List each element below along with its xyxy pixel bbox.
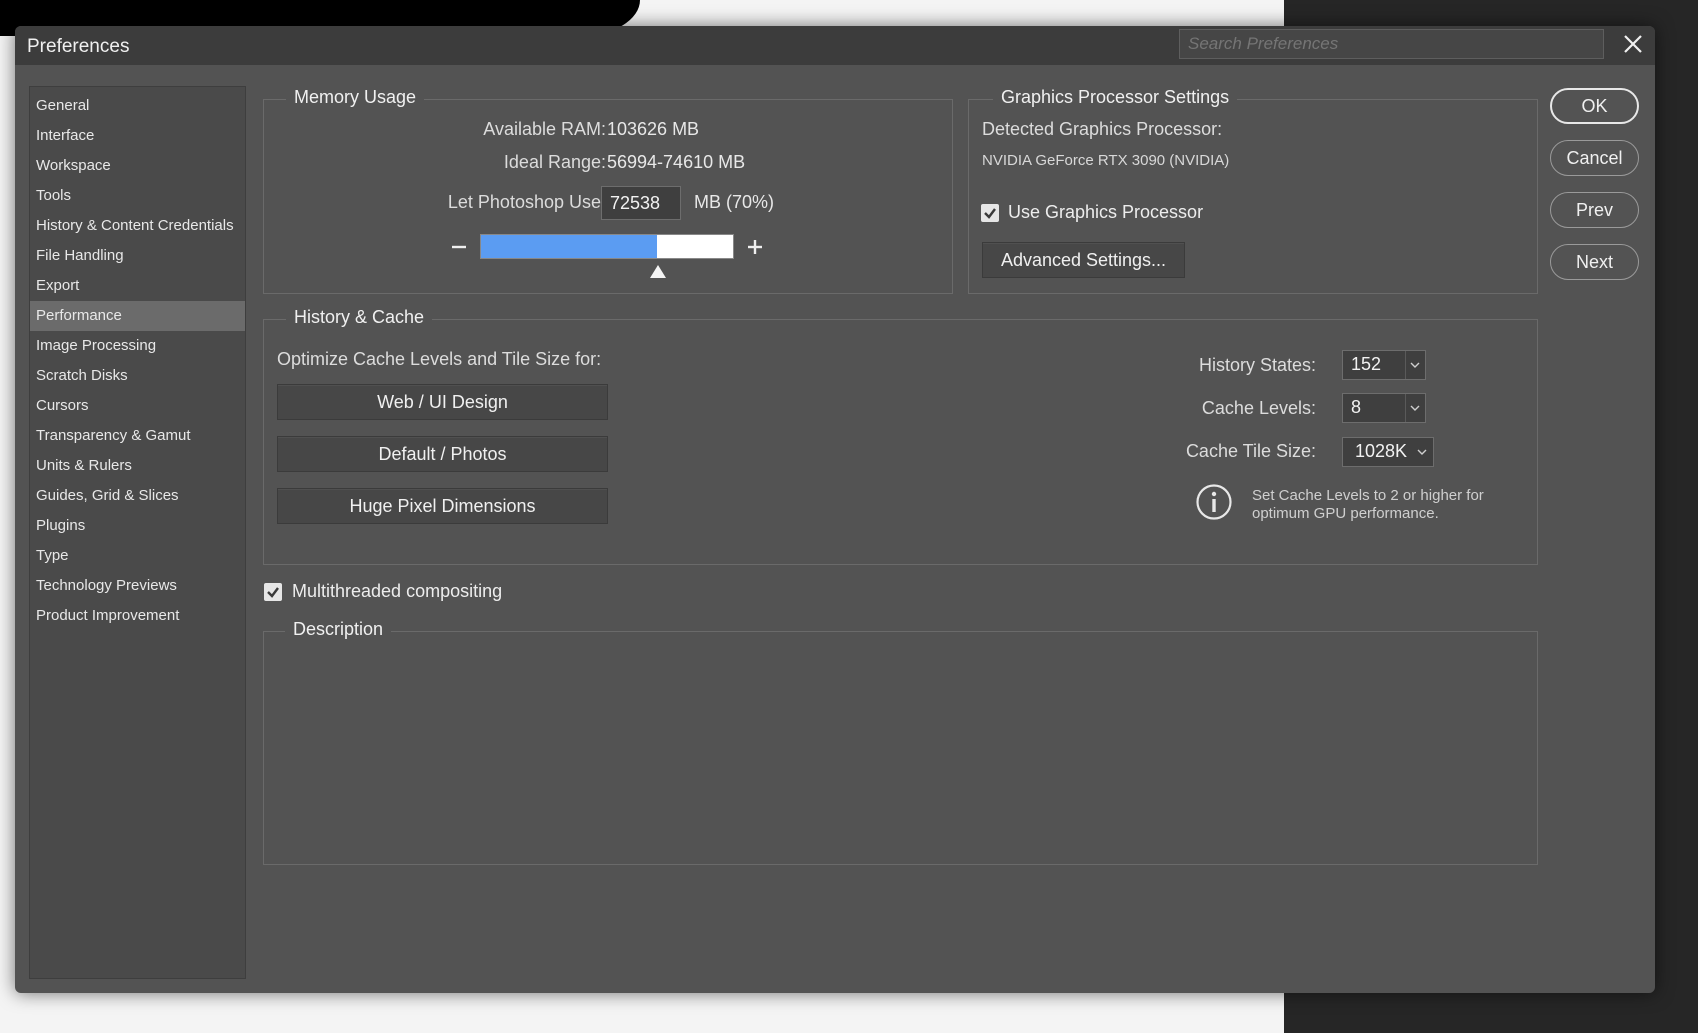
advanced-settings-button[interactable]: Advanced Settings...: [982, 242, 1185, 278]
available-ram-label: Available RAM:: [483, 119, 606, 139]
dialog-title: Preferences: [27, 36, 130, 57]
checkmark-icon: [984, 208, 996, 219]
default-photos-button[interactable]: Default / Photos: [277, 436, 608, 472]
cancel-button[interactable]: Cancel: [1550, 140, 1639, 176]
available-ram-value: 103626 MB: [607, 119, 700, 139]
sidebar-item-technology-previews[interactable]: Technology Previews: [30, 571, 245, 601]
memory-slider[interactable]: [480, 234, 734, 259]
memory-usage-heading: Memory Usage: [286, 87, 425, 108]
sidebar-item-type[interactable]: Type: [30, 541, 245, 571]
cache-tile-size-value: 1028K: [1355, 441, 1408, 461]
cache-tile-size-dropdown[interactable]: 1028K: [1342, 437, 1434, 467]
cache-levels-label: Cache Levels:: [1201, 398, 1316, 418]
graphics-processor-heading: Graphics Processor Settings: [993, 87, 1238, 108]
sidebar-item-units-rulers[interactable]: Units & Rulers: [30, 451, 245, 481]
cache-tile-size-label: Cache Tile Size:: [1185, 441, 1316, 461]
checkmark-icon: [267, 587, 279, 598]
memory-slider-thumb[interactable]: [649, 265, 666, 278]
detected-gpu-label: Detected Graphics Processor:: [982, 119, 1223, 139]
cache-levels-dropdown[interactable]: 8: [1342, 393, 1426, 423]
sidebar-item-workspace[interactable]: Workspace: [30, 151, 245, 181]
detected-gpu-value: NVIDIA GeForce RTX 3090 (NVIDIA): [982, 152, 1230, 169]
ok-button[interactable]: OK: [1550, 88, 1639, 124]
prev-button[interactable]: Prev: [1550, 192, 1639, 228]
photoshop-use-input[interactable]: [601, 186, 681, 220]
history-states-value: 152: [1351, 354, 1382, 374]
history-cache-heading: History & Cache: [286, 307, 433, 328]
web-ui-design-button[interactable]: Web / UI Design: [277, 384, 608, 420]
description-group: [263, 631, 1538, 865]
sidebar-item-general[interactable]: General: [30, 91, 245, 121]
sidebar-item-scratch-disks[interactable]: Scratch Disks: [30, 361, 245, 391]
history-states-dropdown[interactable]: 152: [1342, 350, 1426, 380]
title-bar: Preferences: [15, 26, 1655, 65]
info-text-line2: optimum GPU performance.: [1252, 505, 1439, 522]
sidebar-item-product-improvement[interactable]: Product Improvement: [30, 601, 245, 631]
search-preferences-input[interactable]: [1179, 29, 1604, 59]
preferences-sidebar: General Interface Workspace Tools Histor…: [29, 86, 246, 979]
chevron-down-icon: [1410, 362, 1420, 368]
close-icon[interactable]: [1618, 29, 1648, 59]
ideal-range-value: 56994-74610 MB: [607, 152, 746, 172]
sidebar-item-performance[interactable]: Performance: [30, 301, 245, 331]
sidebar-item-file-handling[interactable]: File Handling: [30, 241, 245, 271]
sidebar-item-transparency-gamut[interactable]: Transparency & Gamut: [30, 421, 245, 451]
use-gpu-label: Use Graphics Processor: [1008, 202, 1204, 222]
multithreaded-compositing-checkbox[interactable]: [264, 583, 282, 601]
ideal-range-label: Ideal Range:: [503, 152, 606, 172]
sidebar-item-cursors[interactable]: Cursors: [30, 391, 245, 421]
sidebar-item-guides-grid-slices[interactable]: Guides, Grid & Slices: [30, 481, 245, 511]
memory-slider-fill: [481, 235, 658, 258]
description-heading: Description: [285, 619, 392, 640]
chevron-down-icon: [1410, 405, 1420, 411]
sidebar-item-plugins[interactable]: Plugins: [30, 511, 245, 541]
sidebar-item-export[interactable]: Export: [30, 271, 245, 301]
photoshop-use-unit: MB (70%): [694, 192, 775, 212]
chevron-down-icon: [1417, 449, 1427, 455]
next-button[interactable]: Next: [1550, 244, 1639, 280]
sidebar-item-image-processing[interactable]: Image Processing: [30, 331, 245, 361]
photoshop-use-label: Let Photoshop Use:: [447, 192, 606, 212]
use-gpu-checkbox[interactable]: [981, 204, 999, 222]
huge-pixel-dimensions-button[interactable]: Huge Pixel Dimensions: [277, 488, 608, 524]
sidebar-item-interface[interactable]: Interface: [30, 121, 245, 151]
info-icon: [1196, 484, 1232, 520]
history-states-label: History States:: [1198, 355, 1316, 375]
multithreaded-compositing-label: Multithreaded compositing: [292, 581, 503, 601]
plus-icon[interactable]: [746, 238, 764, 256]
info-text-line1: Set Cache Levels to 2 or higher for: [1252, 487, 1484, 504]
optimize-cache-label: Optimize Cache Levels and Tile Size for:: [277, 349, 602, 369]
minus-icon[interactable]: [450, 238, 468, 256]
sidebar-item-history-content-credentials[interactable]: History & Content Credentials: [30, 211, 245, 241]
sidebar-item-tools[interactable]: Tools: [30, 181, 245, 211]
cache-levels-value: 8: [1351, 397, 1362, 417]
preferences-dialog: Preferences General Interface Workspace …: [15, 26, 1655, 993]
